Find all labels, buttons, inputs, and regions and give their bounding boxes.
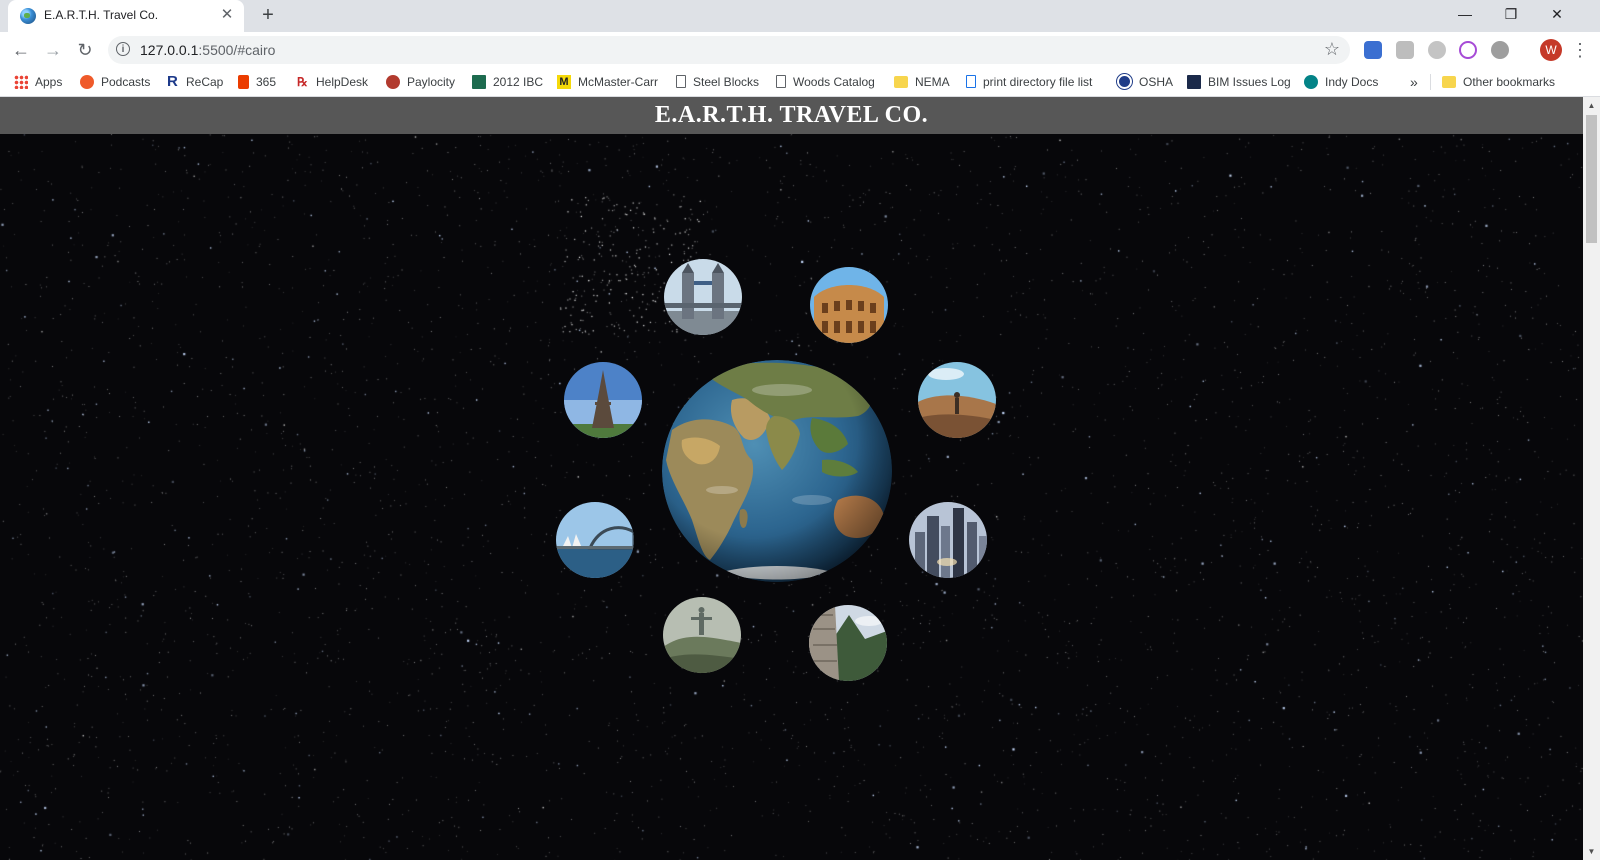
desert-photo[interactable] — [918, 362, 996, 438]
folder-icon — [894, 75, 908, 88]
page-viewport: E.A.R.T.H. TRAVEL CO. — [0, 97, 1583, 860]
colosseum-photo[interactable] — [810, 267, 888, 343]
bookmarks-overflow-chevron-icon[interactable]: » — [1410, 72, 1418, 92]
bookmark-nema[interactable]: NEMA — [894, 72, 950, 92]
sharepoint-icon — [1304, 74, 1318, 89]
podcasts-icon — [80, 74, 94, 89]
bookmark-woods-catalog[interactable]: Woods Catalog — [776, 72, 875, 92]
url-text: 127.0.0.1:5500/#cairo — [140, 42, 276, 58]
address-bar[interactable]: i 127.0.0.1:5500/#cairo ☆ — [108, 36, 1350, 64]
folder-icon — [1442, 75, 1456, 88]
browser-toolbar: ← → ↻ i 127.0.0.1:5500/#cairo ☆ W ⋮ — [0, 32, 1600, 68]
skyline-photo[interactable] — [909, 502, 987, 578]
bookmark-print-directory-file-list[interactable]: print directory file list — [966, 72, 1092, 92]
bookmark-osha[interactable]: OSHA — [1117, 72, 1173, 92]
ibc-icon — [472, 74, 486, 89]
machu-picchu-photo[interactable] — [809, 605, 887, 681]
christ-redeemer-photo[interactable] — [663, 597, 741, 673]
bookmark-podcasts[interactable]: Podcasts — [80, 72, 150, 92]
eiffel-tower-photo[interactable] — [564, 362, 642, 438]
bookmarks-bar: Apps Podcasts R ReCap 365 ℞ HelpDesk Paylo… — [0, 68, 1600, 97]
bookmark-apps[interactable]: Apps — [14, 72, 62, 92]
bookmark-mcmaster-carr[interactable]: M McMaster-Carr — [557, 72, 658, 92]
restore-button[interactable]: ❐ — [1488, 0, 1534, 30]
page-scrollbar[interactable]: ▲ ▼ — [1583, 97, 1600, 860]
cloud-extension-icon[interactable] — [1428, 41, 1446, 59]
office-365-icon — [238, 74, 249, 89]
bookmark-steel-blocks[interactable]: Steel Blocks — [676, 72, 759, 92]
tab-title: E.A.R.T.H. Travel Co. — [44, 8, 159, 22]
reload-button[interactable]: ↻ — [73, 38, 97, 62]
page-icon — [776, 75, 786, 89]
bookmarks-divider — [1430, 74, 1431, 90]
bookmark-365[interactable]: 365 — [238, 72, 276, 92]
bookmark-indy-docs[interactable]: Indy Docs — [1304, 72, 1378, 92]
apps-grid-icon — [14, 74, 28, 89]
page-icon — [966, 75, 976, 89]
paylocity-icon — [386, 74, 400, 89]
recap-icon: R — [167, 72, 178, 90]
bookmark-bim-issues-log[interactable]: BIM Issues Log — [1187, 72, 1291, 92]
new-tab-button[interactable]: + — [256, 4, 280, 28]
helpdesk-icon: ℞ — [297, 74, 308, 89]
scroll-down-arrow-icon[interactable]: ▼ — [1583, 843, 1600, 860]
tower-bridge-photo[interactable] — [664, 259, 742, 335]
minimize-button[interactable]: — — [1442, 0, 1488, 30]
bookmark-helpdesk[interactable]: ℞ HelpDesk — [297, 72, 368, 92]
site-header: E.A.R.T.H. TRAVEL CO. — [0, 97, 1583, 134]
calendar-extension-icon[interactable] — [1364, 41, 1382, 59]
page-icon — [676, 75, 686, 89]
close-window-button[interactable]: ✕ — [1534, 0, 1580, 30]
scrollbar-thumb[interactable] — [1586, 115, 1597, 243]
scroll-up-arrow-icon[interactable]: ▲ — [1583, 97, 1600, 114]
site-title: E.A.R.T.H. TRAVEL CO. — [654, 102, 929, 128]
mcmaster-icon: M — [557, 74, 571, 89]
extension-k-icon[interactable] — [1396, 41, 1414, 59]
forward-button[interactable]: → — [41, 38, 65, 62]
bookmark-paylocity[interactable]: Paylocity — [386, 72, 455, 92]
circle-extension-icon[interactable] — [1491, 41, 1509, 59]
osha-icon — [1117, 74, 1132, 90]
profile-avatar[interactable]: W — [1540, 39, 1562, 61]
broadcast-extension-icon[interactable] — [1459, 41, 1477, 59]
sydney-harbour-photo[interactable] — [556, 502, 634, 578]
bookmark-other-bookmarks[interactable]: Other bookmarks — [1442, 72, 1555, 92]
back-button[interactable]: ← — [9, 38, 33, 62]
bookmark-recap[interactable]: R ReCap — [167, 72, 223, 92]
bim-icon — [1187, 74, 1201, 89]
menu-kebab-icon[interactable]: ⋮ — [1570, 38, 1590, 62]
bookmark-star-icon[interactable]: ☆ — [1324, 39, 1340, 60]
globe-favicon-icon — [20, 8, 36, 24]
bookmark-2012-ibc[interactable]: 2012 IBC — [472, 72, 543, 92]
browser-tab[interactable]: E.A.R.T.H. Travel Co. ✕ — [8, 0, 244, 32]
close-tab-icon[interactable]: ✕ — [218, 6, 236, 24]
earth-globe-image[interactable] — [662, 360, 892, 582]
tab-strip: E.A.R.T.H. Travel Co. ✕ + — ❐ ✕ — [0, 0, 1600, 32]
site-info-icon[interactable]: i — [116, 42, 130, 56]
